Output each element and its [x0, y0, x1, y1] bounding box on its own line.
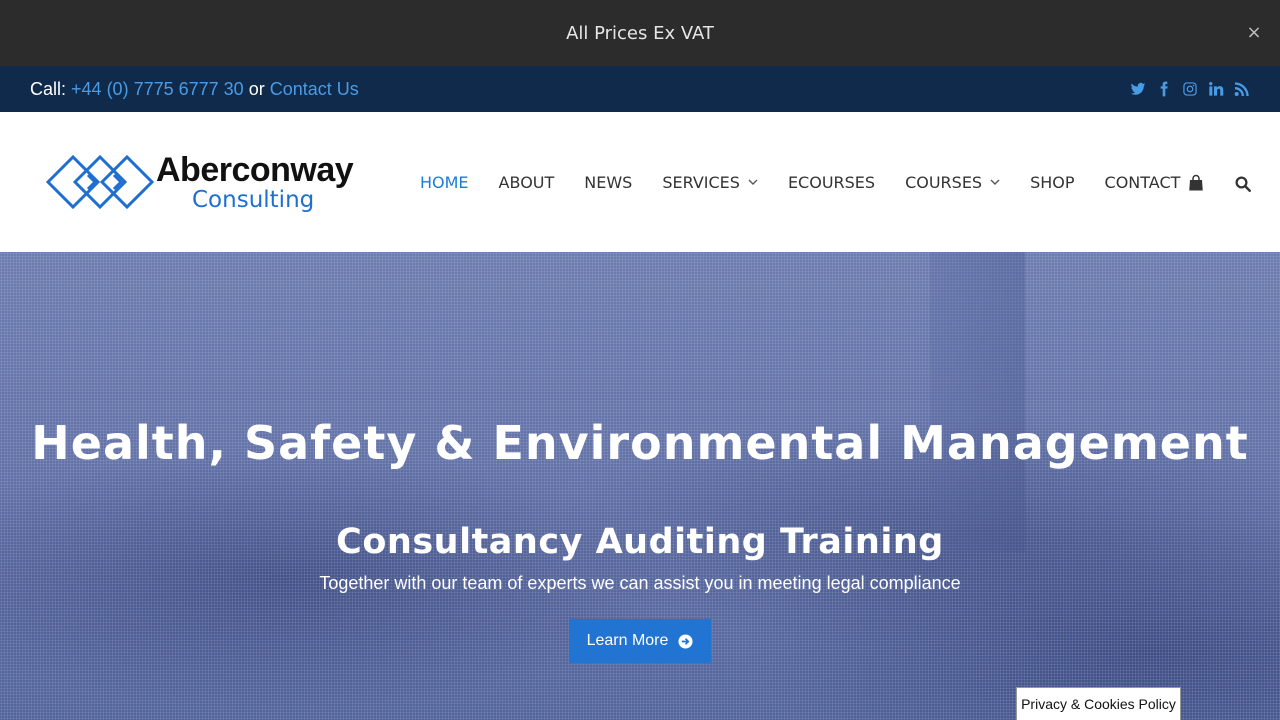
- nav-item-shop[interactable]: SHOP: [1030, 173, 1074, 192]
- contact-us-link[interactable]: Contact Us: [270, 79, 359, 99]
- nav-item-courses[interactable]: COURSES: [905, 173, 1000, 192]
- notice-text: All Prices Ex VAT: [566, 22, 714, 44]
- logo-main-text: Aberconway: [156, 150, 354, 189]
- nav-label: ABOUT: [498, 172, 555, 192]
- rss-icon[interactable]: [1234, 80, 1250, 98]
- cart-icon[interactable]: [1187, 174, 1205, 192]
- nav-item-home[interactable]: HOME: [420, 173, 469, 192]
- facebook-icon[interactable]: [1156, 80, 1172, 98]
- notice-bar: All Prices Ex VAT ×: [0, 0, 1280, 66]
- hero-subtitle: Consultancy Auditing Training: [336, 522, 944, 562]
- hero-background-image: [930, 252, 1025, 552]
- arrow-circle-right-icon: [678, 633, 693, 649]
- nav-label: NEWS: [584, 172, 633, 192]
- nav-item-contact[interactable]: CONTACT: [1105, 173, 1181, 192]
- logo-text: Aberconway Consulting: [156, 150, 354, 213]
- hero-banner: Health, Safety & Environmental Managemen…: [0, 252, 1280, 720]
- close-icon[interactable]: ×: [1244, 23, 1264, 43]
- site-logo[interactable]: Aberconway Consulting: [44, 150, 354, 214]
- linkedin-icon[interactable]: [1208, 80, 1224, 98]
- nav-item-about[interactable]: ABOUT: [499, 173, 555, 192]
- learn-more-label: Learn More: [586, 632, 669, 649]
- contact-bar: Call: +44 (0) 7775 6777 30 or Contact Us: [0, 66, 1280, 112]
- nav-label: SERVICES: [662, 172, 740, 192]
- nav-label: CONTACT: [1104, 172, 1181, 192]
- nav-label: COURSES: [905, 172, 983, 192]
- social-links: [1130, 80, 1250, 98]
- nav-label: SHOP: [1030, 172, 1075, 192]
- logo-diamonds-icon: [45, 154, 155, 210]
- nav-item-services[interactable]: SERVICES: [662, 173, 758, 192]
- chevron-down-icon: [990, 179, 1000, 185]
- chevron-down-icon: [748, 179, 758, 185]
- or-text: or: [248, 78, 265, 99]
- contact-info: Call: +44 (0) 7775 6777 30 or Contact Us: [30, 79, 359, 100]
- nav-item-news[interactable]: NEWS: [584, 173, 632, 192]
- hero-title: Health, Safety & Environmental Managemen…: [31, 416, 1249, 470]
- call-label: Call:: [30, 78, 67, 99]
- nav-item-ecourses[interactable]: ECOURSES: [788, 173, 875, 192]
- logo-sub-text: Consulting: [192, 186, 315, 213]
- main-nav: HOME ABOUT NEWS SERVICES ECOURSES COURSE…: [420, 112, 1210, 252]
- nav-label: HOME: [420, 172, 469, 192]
- search-icon[interactable]: [1234, 175, 1252, 193]
- nav-label: ECOURSES: [787, 172, 876, 192]
- learn-more-button[interactable]: Learn More: [569, 619, 711, 663]
- hero-description: Together with our team of experts we can…: [319, 573, 961, 593]
- site-header: Aberconway Consulting HOME ABOUT NEWS SE…: [0, 112, 1280, 252]
- phone-link[interactable]: +44 (0) 7775 6777 30: [71, 79, 244, 99]
- instagram-icon[interactable]: [1182, 80, 1198, 98]
- twitter-icon[interactable]: [1130, 80, 1146, 98]
- privacy-policy-tab[interactable]: Privacy & Cookies Policy: [1016, 687, 1181, 720]
